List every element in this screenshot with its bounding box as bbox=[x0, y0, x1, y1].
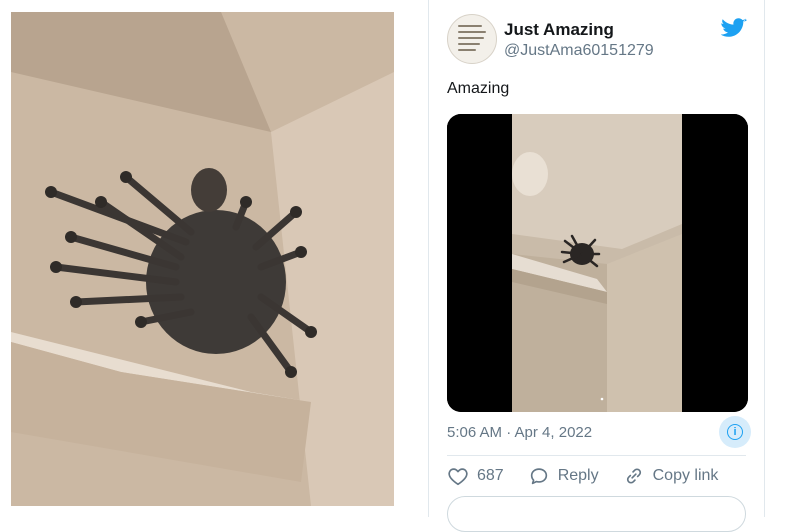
copy-link-button[interactable]: Copy link bbox=[623, 465, 719, 487]
like-count: 687 bbox=[477, 467, 504, 484]
user-handle[interactable]: @JustAma60151279 bbox=[504, 42, 654, 60]
avatar[interactable] bbox=[447, 14, 497, 64]
speech-bubble-icon bbox=[530, 468, 547, 485]
info-button[interactable]: i bbox=[719, 416, 751, 448]
link-icon bbox=[626, 468, 641, 484]
like-button[interactable]: 687 bbox=[447, 465, 504, 487]
tweet-timestamp[interactable]: 5:06 AM · Apr 4, 2022 bbox=[447, 424, 592, 441]
divider bbox=[447, 455, 746, 456]
creature-photo bbox=[11, 12, 394, 506]
tweet-card: Just Amazing @JustAma60151279 Amazing 5:… bbox=[428, 0, 765, 532]
display-name[interactable]: Just Amazing bbox=[504, 20, 614, 40]
read-replies-button[interactable] bbox=[447, 496, 746, 532]
reply-button[interactable]: Reply bbox=[528, 465, 599, 487]
left-photo bbox=[11, 12, 394, 506]
tweet-text: Amazing bbox=[447, 80, 510, 97]
copy-link-label: Copy link bbox=[652, 467, 719, 484]
tweet-media[interactable] bbox=[447, 114, 748, 412]
tweet-actions: 687 Reply Copy link bbox=[447, 463, 742, 489]
twitter-bird-icon[interactable] bbox=[721, 18, 747, 40]
heart-icon bbox=[448, 468, 468, 486]
info-icon: i bbox=[727, 424, 743, 440]
video-thumbnail bbox=[447, 114, 748, 412]
reply-label: Reply bbox=[557, 467, 599, 484]
